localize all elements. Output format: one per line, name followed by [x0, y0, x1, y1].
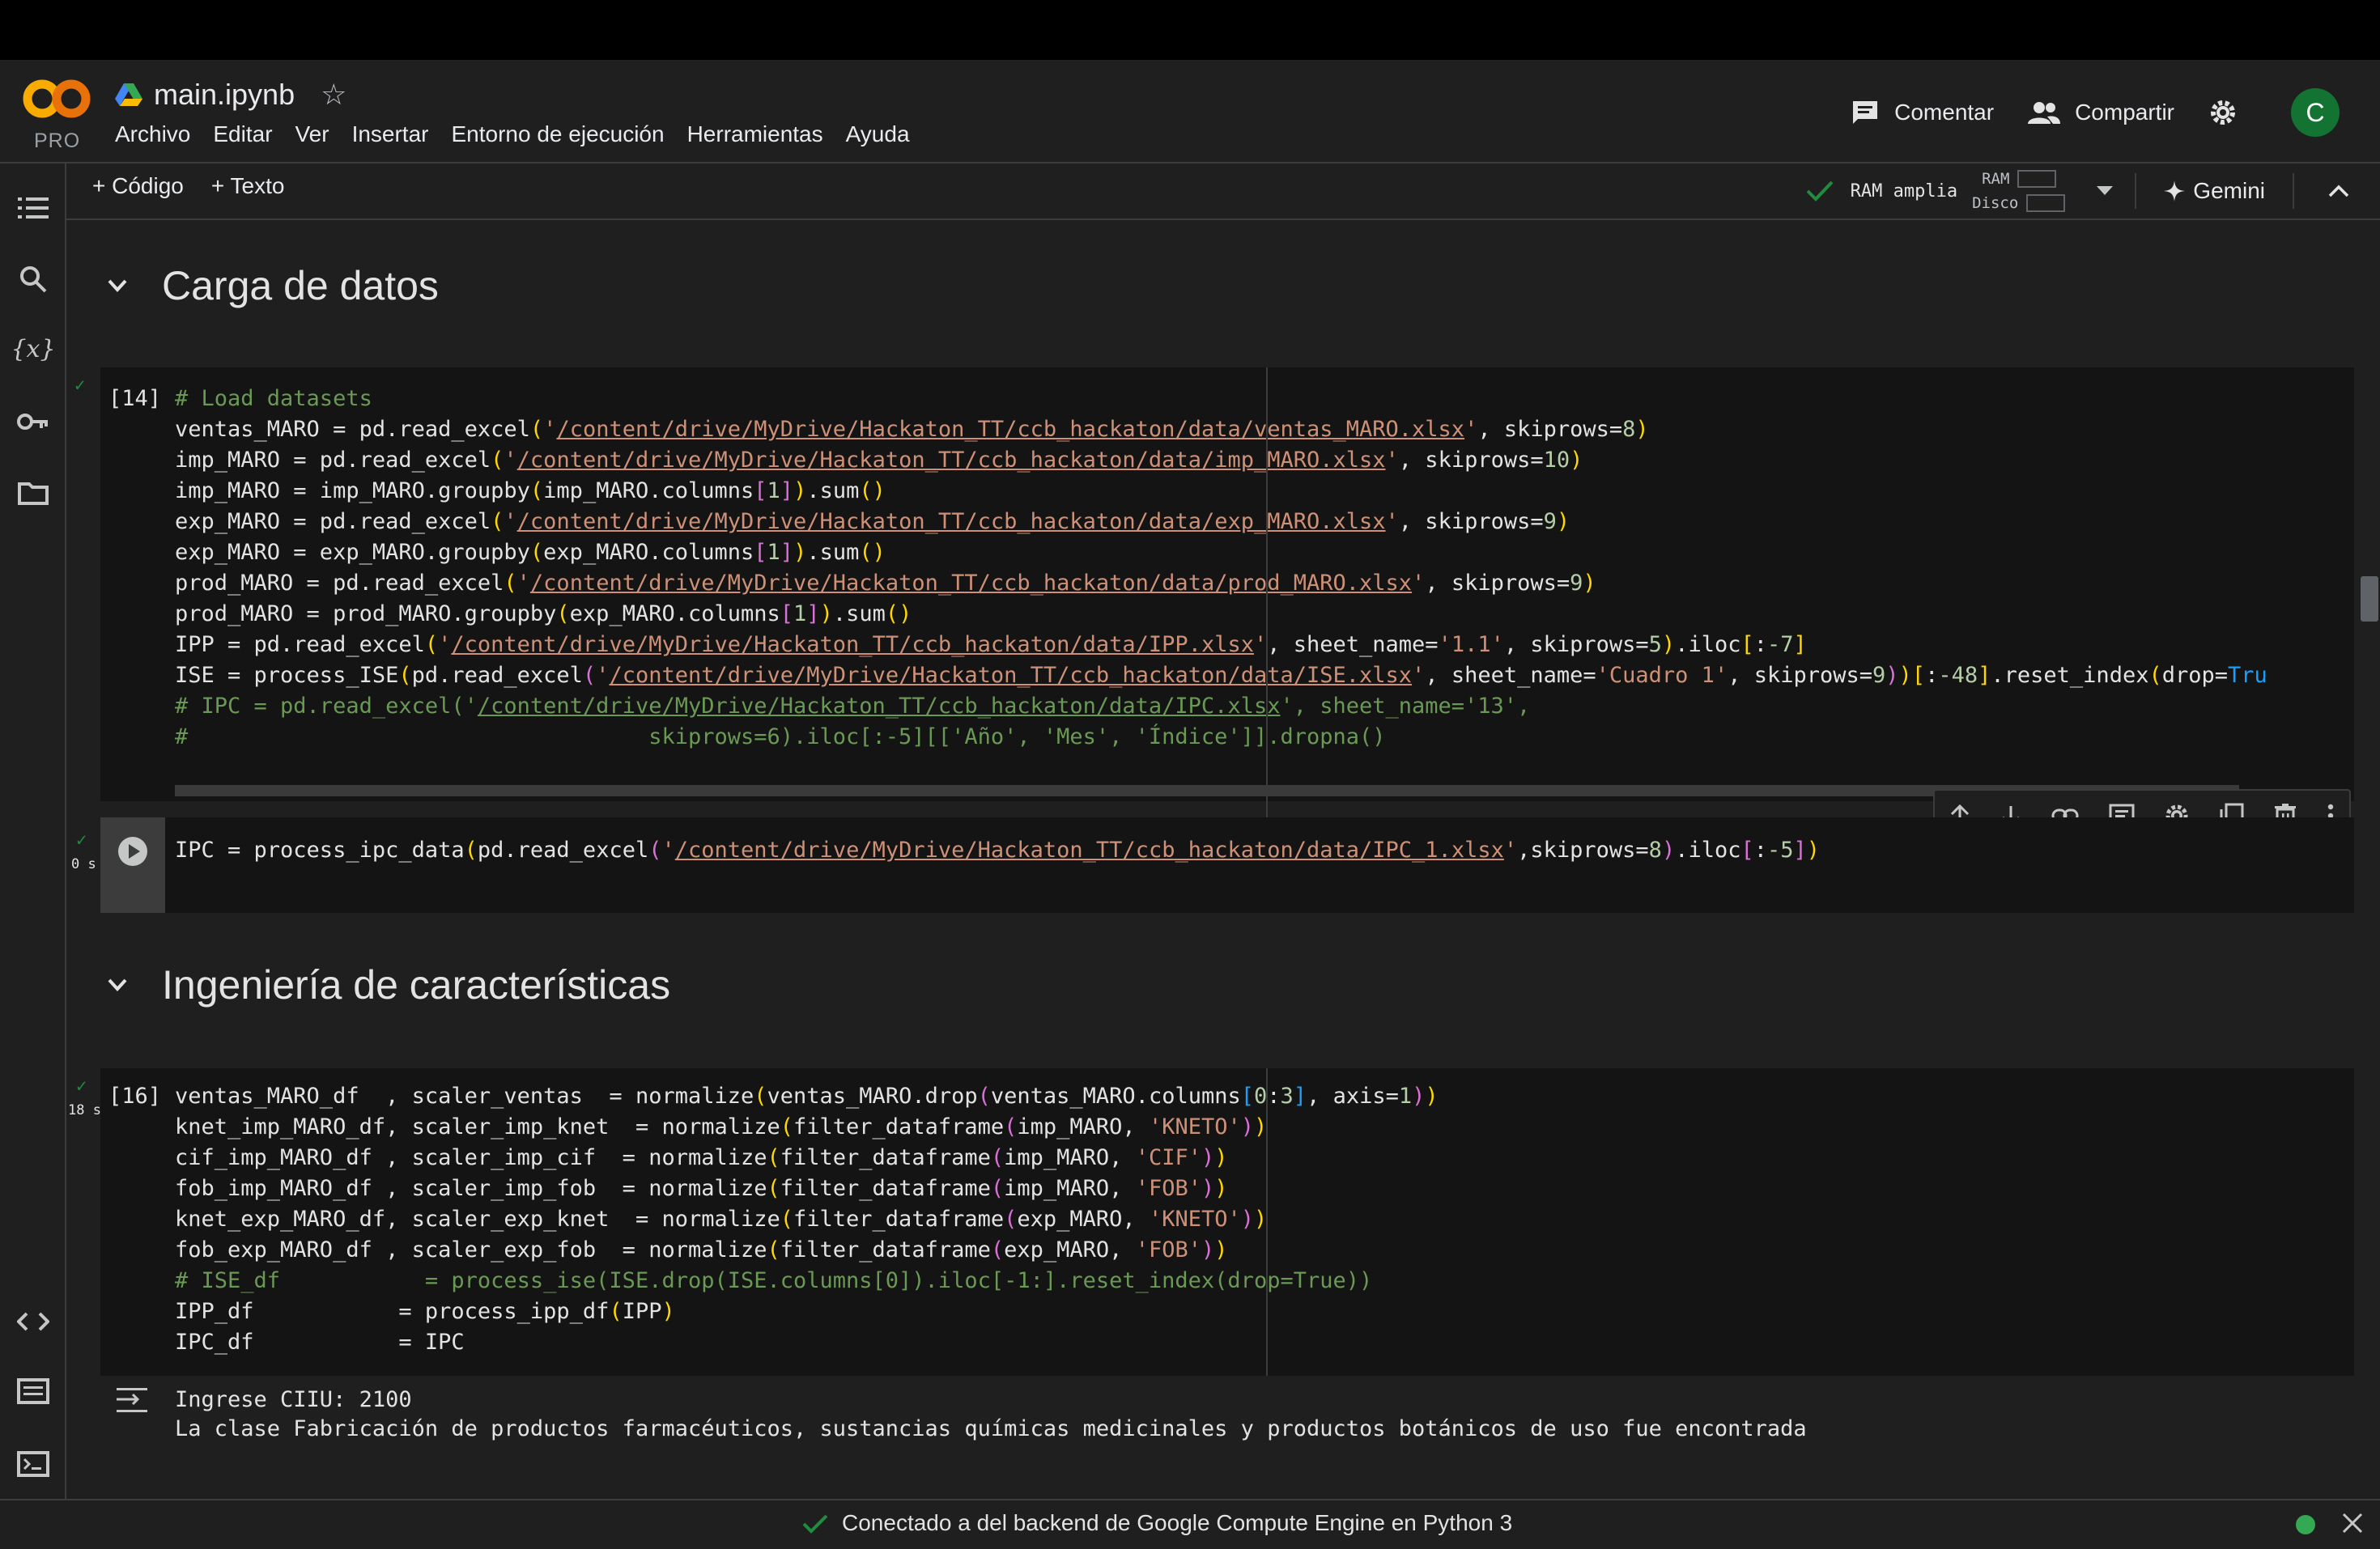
execution-count: [16]: [108, 1084, 162, 1109]
menu-ver[interactable]: Ver: [295, 121, 329, 147]
code-editor[interactable]: IPC = process_ipc_data(pd.read_excel('/c…: [175, 835, 1820, 866]
plan-label: PRO: [34, 129, 81, 152]
terminal-icon[interactable]: [16, 1447, 50, 1481]
execution-count: [14]: [108, 386, 162, 411]
code-snippets-icon[interactable]: [16, 1305, 50, 1339]
menu-insertar[interactable]: Insertar: [352, 121, 429, 147]
divider: [2293, 173, 2294, 209]
check-icon: ✓: [76, 830, 87, 851]
add-text-button[interactable]: + Texto: [211, 173, 285, 199]
colab-logo-icon: [23, 79, 91, 118]
section-title: Ingeniería de características: [162, 962, 671, 1008]
divider: [2135, 173, 2137, 209]
close-icon[interactable]: [2341, 1512, 2364, 1534]
title-row: main.ipynb ☆: [115, 74, 346, 115]
menu-bar: Archivo Editar Ver Insertar Entorno de e…: [115, 121, 933, 147]
notebook-filename[interactable]: main.ipynb: [154, 78, 295, 112]
gemini-button[interactable]: Gemini: [2164, 178, 2265, 204]
cell-output: Ingrese CIIU: 2100 La clase Fabricación …: [100, 1376, 2354, 1450]
output-text: Ingrese CIIU: 2100 La clase Fabricación …: [175, 1386, 1807, 1444]
ruler-line: [1266, 1068, 1268, 1376]
star-icon[interactable]: ☆: [321, 78, 346, 112]
left-rail: {x}: [0, 163, 66, 1499]
toc-icon[interactable]: [16, 191, 50, 225]
add-code-button[interactable]: + Código: [92, 173, 184, 199]
execution-time: 18 s: [68, 1102, 101, 1118]
sparkle-icon: [2164, 180, 2186, 202]
play-icon: [118, 837, 147, 866]
search-icon[interactable]: [16, 262, 50, 296]
status-bar: Conectado a del backend de Google Comput…: [0, 1499, 2380, 1549]
top-bar: [0, 0, 2380, 60]
gemini-label: Gemini: [2193, 178, 2265, 203]
avatar[interactable]: C: [2291, 88, 2340, 137]
colab-logo[interactable]: PRO: [23, 76, 91, 157]
execution-time: 0 s: [71, 856, 96, 872]
section-header-carga-de-datos[interactable]: Carga de datos: [100, 262, 439, 309]
code-cell[interactable]: IPC = process_ipc_data(pd.read_excel('/c…: [100, 817, 2354, 913]
comment-button[interactable]: Comentar: [1851, 99, 1994, 126]
comment-label: Comentar: [1894, 100, 1995, 125]
menu-editar[interactable]: Editar: [213, 121, 272, 147]
menu-herramientas[interactable]: Herramientas: [687, 121, 823, 147]
code-cell[interactable]: [14] # Load datasets ventas_MARO = pd.re…: [74, 367, 2354, 801]
header-actions: Comentar Compartir C: [1851, 84, 2380, 141]
share-label: Compartir: [2075, 100, 2174, 125]
share-button[interactable]: Compartir: [2028, 100, 2174, 125]
check-icon: ✓: [74, 376, 86, 396]
disk-label: Disco: [1972, 194, 2019, 212]
notebook-toolbar: + Código + Texto RAM amplia RAM Disco Ge…: [66, 163, 2380, 220]
output-icon[interactable]: [115, 1386, 149, 1415]
chevron-up-icon[interactable]: [2328, 185, 2349, 197]
menu-ayuda[interactable]: Ayuda: [846, 121, 910, 147]
run-cell-button[interactable]: [100, 817, 165, 913]
ram-label: RAM: [1982, 170, 2010, 188]
key-icon[interactable]: [16, 405, 50, 439]
chevron-down-icon[interactable]: [104, 272, 131, 299]
chevron-down-icon[interactable]: [104, 971, 131, 999]
menu-archivo[interactable]: Archivo: [115, 121, 190, 147]
ram-bar: [2017, 170, 2057, 188]
section-title: Carga de datos: [162, 263, 439, 308]
vertical-scrollbar[interactable]: [2361, 576, 2378, 622]
menu-entorno[interactable]: Entorno de ejecución: [452, 121, 665, 147]
code-editor[interactable]: ventas_MARO_df , scaler_ventas = normali…: [175, 1081, 1439, 1358]
status-message: Conectado a del backend de Google Comput…: [842, 1510, 1513, 1535]
runtime-label[interactable]: RAM amplia: [1851, 181, 1957, 202]
settings-button[interactable]: [2208, 98, 2252, 127]
folder-icon[interactable]: [16, 476, 50, 510]
section-header-ingenieria[interactable]: Ingeniería de características: [100, 961, 670, 1008]
chevron-down-icon[interactable]: [2096, 185, 2114, 197]
check-icon: [1806, 180, 1834, 202]
drive-icon[interactable]: [115, 83, 142, 107]
horizontal-scrollbar[interactable]: [175, 785, 2239, 796]
check-icon: ✓: [76, 1076, 87, 1097]
command-palette-icon[interactable]: [16, 1374, 50, 1408]
disk-bar: [2026, 194, 2066, 212]
connection-status-dot: [2296, 1515, 2315, 1534]
comment-icon: [1853, 101, 1878, 124]
share-people-icon: [2028, 102, 2061, 124]
code-cell[interactable]: [16] ventas_MARO_df , scaler_ventas = no…: [100, 1068, 2354, 1376]
output-line: Ingrese CIIU: 2100: [175, 1387, 412, 1412]
resource-meters[interactable]: RAM Disco: [1972, 167, 2066, 215]
app-header: PRO main.ipynb ☆ Archivo Editar Ver Inse…: [0, 60, 2380, 163]
variables-icon[interactable]: {x}: [11, 332, 55, 366]
check-icon: [802, 1514, 828, 1534]
output-line: La clase Fabricación de productos farmac…: [175, 1416, 1807, 1441]
gear-icon: [2211, 100, 2235, 125]
code-editor[interactable]: # Load datasets ventas_MARO = pd.read_ex…: [175, 384, 2267, 753]
